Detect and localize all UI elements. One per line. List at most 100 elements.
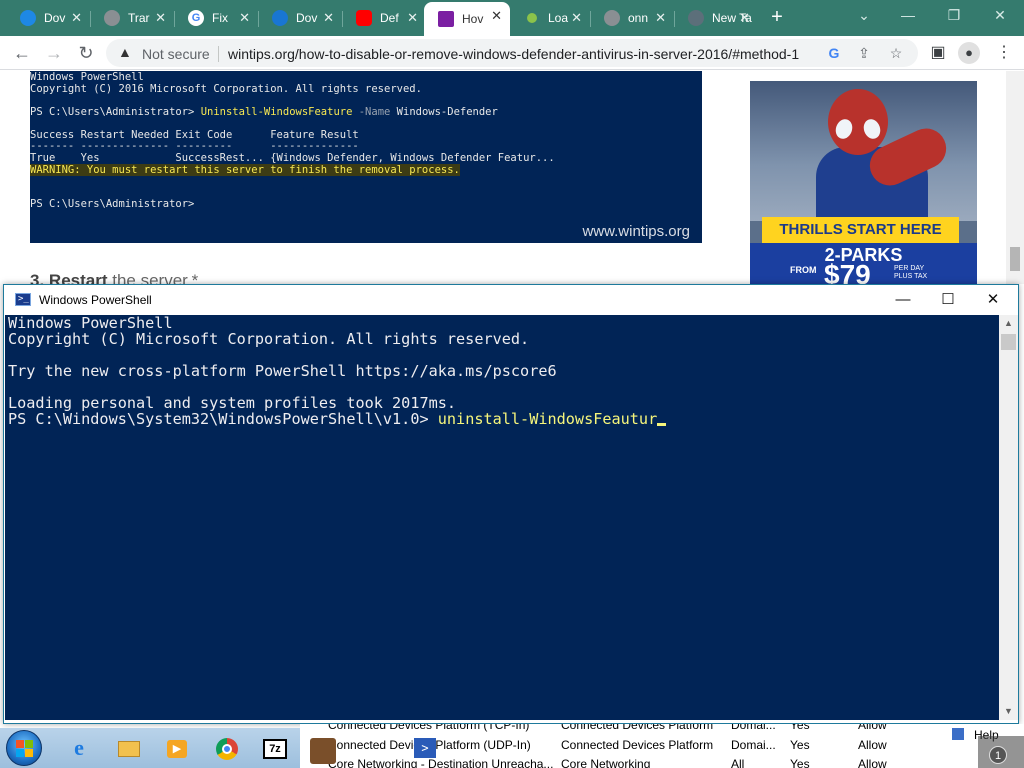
tab-4[interactable]: Dov ✕	[258, 4, 342, 32]
tab-3[interactable]: G Fix ✕	[174, 4, 258, 32]
powershell-title: Windows PowerShell	[39, 293, 152, 307]
minimize-button[interactable]: —	[888, 4, 928, 28]
bookmark-star-icon[interactable]: ☆	[886, 43, 906, 63]
globe-icon	[104, 10, 120, 26]
tab-6-active[interactable]: Hov ✕	[424, 2, 510, 36]
tab-9[interactable]: New Tal ✕	[674, 4, 758, 32]
close-icon[interactable]: ✕	[655, 10, 666, 26]
rule-action: Allow	[858, 724, 887, 732]
taskbar: e ▶ 7z	[0, 728, 300, 768]
close-icon[interactable]: ✕	[239, 10, 250, 26]
powershell-taskbar-icon[interactable]: >	[414, 738, 436, 758]
powershell-titlebar[interactable]: >_ Windows PowerShell — ☐ ✕	[4, 285, 1018, 315]
ps-scrollbar[interactable]: ▲ ▼	[999, 315, 1018, 720]
forward-icon[interactable]: →	[42, 41, 66, 65]
tab-7[interactable]: Loa ✕	[510, 4, 590, 32]
console-line: Windows PowerShell	[8, 314, 173, 332]
rule-group: Connected Devices Platform	[561, 738, 714, 752]
tab-search-button[interactable]: ⌄	[844, 4, 884, 28]
scroll-up-icon[interactable]: ▲	[999, 315, 1018, 332]
close-icon[interactable]: ✕	[323, 10, 334, 26]
list-item[interactable]: Core Networking - Destination Unreacha..…	[300, 755, 1024, 768]
folder-icon[interactable]	[112, 732, 146, 764]
ad-from: FROM	[790, 265, 817, 275]
security-label[interactable]: Not secure	[142, 46, 210, 62]
new-tab-button[interactable]: +	[766, 6, 788, 28]
close-icon[interactable]: ✕	[71, 10, 82, 26]
close-icon[interactable]: ✕	[491, 8, 502, 24]
page-scrollbar[interactable]	[1006, 71, 1024, 284]
ad-banner: THRILLS START HERE	[762, 217, 959, 243]
globe-icon	[604, 10, 620, 26]
close-icon[interactable]: ✕	[571, 10, 582, 26]
windows-icon	[20, 10, 36, 26]
rule-action: Allow	[858, 757, 887, 768]
internet-explorer-icon[interactable]: e	[62, 732, 96, 764]
side-panel-icon[interactable]: ▣	[928, 43, 948, 63]
scroll-down-icon[interactable]: ▼	[999, 703, 1018, 720]
ps-minimize-button[interactable]: —	[880, 285, 926, 315]
share-icon[interactable]: ⇪	[854, 43, 874, 63]
notification-badge[interactable]: 1	[989, 746, 1007, 764]
restore-button[interactable]: ❐	[934, 4, 974, 28]
close-icon[interactable]: ✕	[407, 10, 418, 26]
back-icon[interactable]: ←	[10, 41, 34, 65]
shot-line-prompt: PS C:\Users\Administrator>	[30, 198, 195, 210]
step-rest: the server.*	[107, 271, 199, 284]
google-icon: G	[188, 10, 204, 26]
tab-5[interactable]: Def ✕	[342, 4, 426, 32]
text-cursor	[657, 423, 667, 426]
shot-prompt: PS C:\Users\Administrator>	[30, 106, 201, 118]
download-icon	[272, 10, 288, 26]
powershell-window[interactable]: >_ Windows PowerShell — ☐ ✕ Windows Powe…	[3, 284, 1019, 724]
tab-1[interactable]: Dov ✕	[6, 4, 90, 32]
profile-avatar-icon[interactable]: ●	[958, 42, 980, 64]
reload-icon[interactable]: ↻	[74, 41, 98, 65]
ps-scrollbar-thumb[interactable]	[1001, 334, 1016, 350]
rule-action: Allow	[858, 738, 887, 752]
tab-8[interactable]: onn ✕	[590, 4, 674, 32]
ad-figure-head	[828, 89, 888, 155]
wintips-icon	[438, 11, 454, 27]
page-scrollbar-thumb[interactable]	[1010, 247, 1020, 271]
ps-close-button[interactable]: ✕	[970, 285, 1016, 315]
console-line: Loading personal and system profiles too…	[8, 394, 457, 412]
media-player-icon[interactable]: ▶	[160, 732, 194, 764]
7zip-icon[interactable]: 7z	[258, 732, 292, 764]
help-icon	[952, 728, 964, 740]
powershell-console[interactable]: Windows PowerShell Copyright (C) Microso…	[5, 315, 999, 720]
google-lens-icon[interactable]: G	[824, 43, 844, 63]
rule-group: Core Networking	[561, 757, 651, 768]
console-typed-command[interactable]: uninstall-WindowsFeautur	[438, 410, 657, 428]
firewall-app-icon[interactable]	[310, 738, 336, 764]
warning-icon[interactable]: ▲	[118, 44, 132, 60]
address-bar[interactable]: ▲ Not secure wintips.org/how-to-disable-…	[106, 39, 918, 67]
rule-profile: All	[731, 757, 745, 768]
advertisement[interactable]: THRILLS START HERE 2-PARKS FROM $79 PER …	[750, 81, 977, 284]
rule-enabled: Yes	[790, 757, 810, 768]
rule-name: Core Networking - Destination Unreacha..…	[328, 757, 554, 768]
tab-title: Dov	[296, 11, 318, 25]
shot-param: -Name	[352, 106, 397, 118]
shot-line-warning: WARNING: You must restart this server to…	[30, 164, 460, 176]
tab-title: Def	[380, 11, 399, 25]
windows-logo-icon	[16, 740, 34, 758]
console-input-line[interactable]: PS C:\Windows\System32\WindowsPowerShell…	[8, 411, 999, 427]
close-icon[interactable]: ✕	[739, 10, 750, 26]
tab-2[interactable]: Trar ✕	[90, 4, 174, 32]
ps-maximize-button[interactable]: ☐	[925, 285, 971, 315]
tab-title: Dov	[44, 11, 66, 25]
step-heading: 3. Restart the server.*	[30, 271, 198, 284]
shot-cmd: Uninstall-WindowsFeature	[200, 106, 353, 118]
start-button[interactable]	[6, 730, 42, 766]
list-item[interactable]: Connected Devices Platform (TCP-In) Conn…	[300, 724, 1024, 736]
close-window-button[interactable]: ✕	[980, 4, 1020, 28]
menu-kebab-icon[interactable]: ⋮	[994, 43, 1014, 63]
rule-group: Connected Devices Platform	[561, 724, 714, 732]
url-text[interactable]: wintips.org/how-to-disable-or-remove-win…	[228, 46, 818, 62]
chrome-icon[interactable]	[210, 732, 244, 764]
close-icon[interactable]: ✕	[155, 10, 166, 26]
list-item[interactable]: Connected Devices Platform (UDP-In) Conn…	[300, 736, 1024, 756]
tab-title: Loa	[548, 11, 569, 25]
